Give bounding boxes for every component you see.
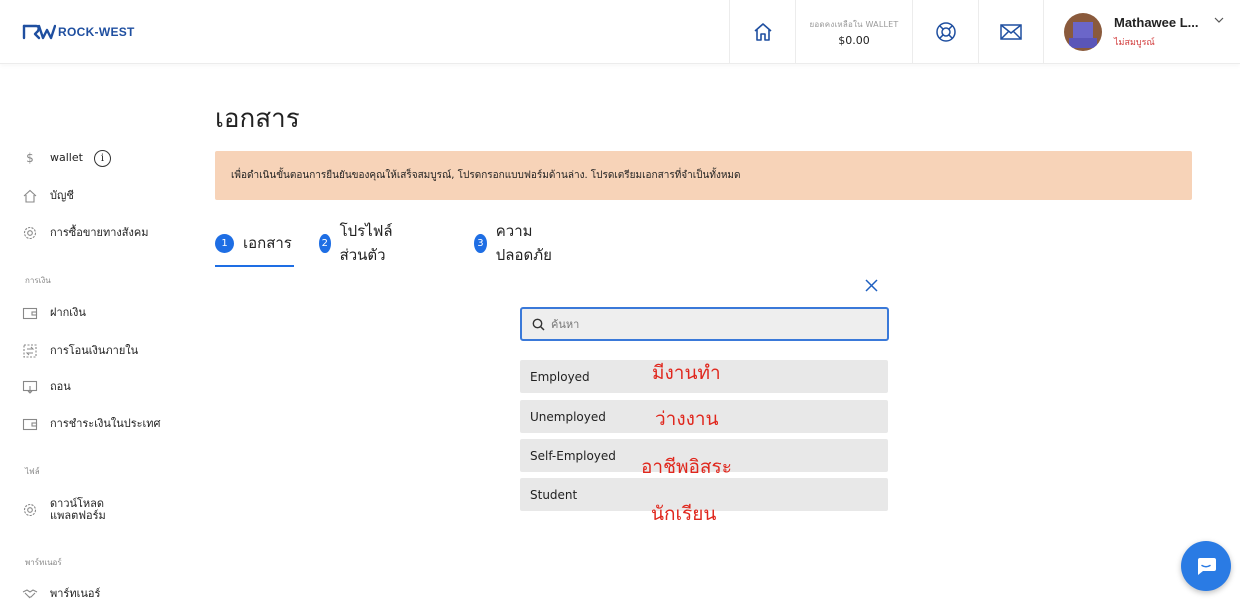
sidebar-item-label: การซื้อขายทางสังคม	[50, 226, 149, 239]
annotation-employed: มีงานทำ	[652, 362, 721, 384]
logo-text: ROCK-WEST	[58, 25, 135, 39]
search-field[interactable]	[520, 307, 889, 341]
sidebar-item-withdraw[interactable]: ถอน	[22, 377, 71, 397]
avatar	[1064, 13, 1102, 51]
step-number: 3	[474, 233, 487, 253]
annotation-student: นักเรียน	[651, 503, 717, 525]
sidebar-item-wallet[interactable]: $ wallet i	[22, 148, 111, 168]
wallet-icon	[22, 307, 38, 320]
chevron-down-icon[interactable]	[1214, 16, 1224, 24]
chat-button[interactable]	[1181, 541, 1231, 591]
support-icon	[935, 22, 956, 42]
verification-status: ไม่สมบูรณ์	[1114, 38, 1155, 48]
sidebar-item-domestic-payment[interactable]: การชำระเงินในประเทศ	[22, 414, 161, 434]
sidebar-heading-partner: พาร์ทเนอร์	[25, 558, 62, 567]
home-button[interactable]	[729, 0, 795, 64]
gear-icon	[23, 503, 37, 517]
sidebar-item-label: การชำระเงินในประเทศ	[50, 417, 161, 430]
support-button[interactable]	[912, 0, 978, 64]
sidebar-item-label: พาร์ทเนอร์	[50, 587, 101, 600]
wallet-balance-amount: $0.00	[838, 33, 870, 47]
sidebar-item-label: การโอนเงินภายใน	[50, 344, 139, 357]
wallet-icon	[22, 418, 38, 431]
user-menu[interactable]: Mathawee L... ไม่สมบูรณ์	[1043, 0, 1240, 64]
sidebar-heading-files: ไฟล์	[25, 467, 40, 476]
sidebar-item-social-trading[interactable]: การซื้อขายทางสังคม	[22, 223, 148, 243]
search-icon	[532, 318, 545, 331]
gear-icon	[23, 226, 37, 240]
sidebar-item-partner[interactable]: พาร์ทเนอร์	[22, 584, 100, 604]
sidebar-item-label: ดาวน์โหลด แพลตฟอร์ม	[50, 497, 106, 522]
chat-icon	[1198, 558, 1216, 575]
messages-button[interactable]	[978, 0, 1043, 64]
wallet-balance[interactable]: ยอดคงเหลือใน WALLET $0.00	[795, 0, 912, 64]
dollar-icon: $	[26, 151, 34, 165]
sidebar-heading-finance: การเงิน	[25, 276, 51, 285]
active-tab-indicator	[215, 265, 294, 267]
close-icon	[864, 278, 878, 292]
transfer-icon	[23, 344, 37, 358]
withdraw-icon	[22, 380, 38, 394]
sidebar-item-label: ฝากเงิน	[50, 306, 86, 319]
page-title: เอกสาร	[215, 104, 300, 134]
wallet-balance-label: ยอดคงเหลือใน WALLET	[809, 19, 899, 29]
sidebar-item-account[interactable]: บัญชี	[22, 186, 74, 206]
logo[interactable]: ROCK-WEST	[22, 22, 135, 42]
sidebar-item-label: ถอน	[50, 380, 71, 393]
top-header: ROCK-WEST ยอดคงเหลือใน WALLET $0.00 Math…	[0, 0, 1240, 64]
notice-text: เพื่อดำเนินขั้นตอนการยืนยันของคุณให้เสร็…	[231, 170, 741, 181]
step-number: 2	[319, 233, 331, 253]
sidebar-item-download-platform[interactable]: ดาวน์โหลด แพลตฟอร์ม	[22, 497, 106, 523]
home-icon	[753, 23, 772, 41]
tab-documents[interactable]: 1 เอกสาร	[215, 232, 292, 254]
step-number: 1	[215, 233, 234, 253]
step-label: เอกสาร	[243, 234, 292, 252]
sidebar-item-label: บัญชี	[50, 189, 74, 202]
mail-icon	[1000, 24, 1022, 40]
annotation-self-employed: อาชีพอิสระ	[641, 456, 732, 478]
tab-security[interactable]: 3 ความปลอดภัย	[474, 222, 558, 264]
user-name: Mathawee L...	[1114, 15, 1199, 30]
step-label: โปรไฟล์ส่วนตัว	[339, 222, 393, 264]
annotation-unemployed: ว่างงาน	[655, 408, 719, 430]
sidebar: $ wallet i บัญชี การซื้อขายทางสังคม การเ…	[0, 64, 200, 607]
home-outline-icon	[23, 189, 37, 203]
tab-personal-profile[interactable]: 2 โปรไฟล์ส่วนตัว	[319, 222, 400, 264]
sidebar-item-deposit[interactable]: ฝากเงิน	[22, 303, 86, 323]
sidebar-item-label: wallet	[50, 151, 83, 164]
handshake-icon	[22, 589, 38, 599]
search-input[interactable]	[551, 317, 871, 331]
notice-banner: เพื่อดำเนินขั้นตอนการยืนยันของคุณให้เสร็…	[215, 151, 1192, 200]
close-button[interactable]	[862, 276, 880, 294]
info-icon[interactable]: i	[93, 149, 111, 167]
sidebar-item-internal-transfer[interactable]: การโอนเงินภายใน	[22, 341, 138, 361]
logo-mark-icon	[22, 24, 56, 40]
step-label: ความปลอดภัย	[495, 222, 552, 264]
